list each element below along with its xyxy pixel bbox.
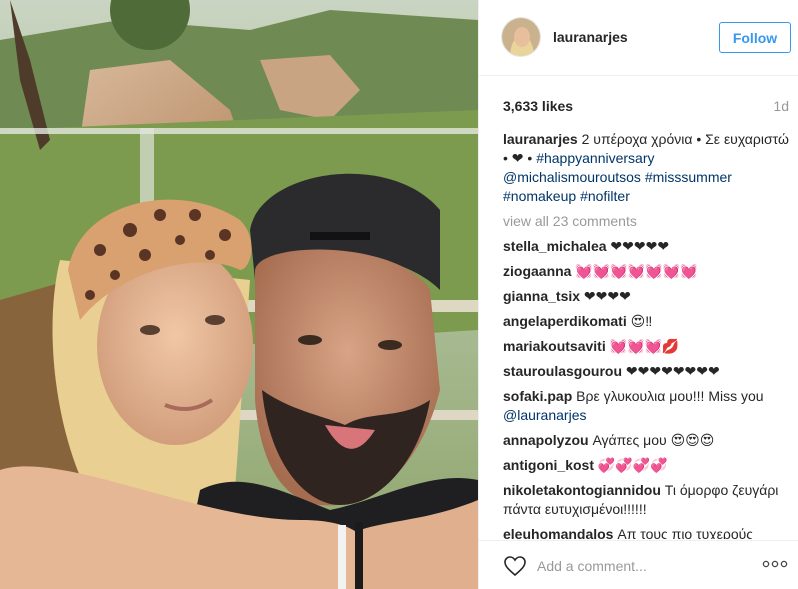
hashtag-link[interactable]: #nofilter <box>580 188 630 204</box>
avatar[interactable] <box>501 17 541 57</box>
comment-item: gianna_tsix ❤❤❤❤ <box>503 287 789 306</box>
comment-username[interactable]: antigoni_kost <box>503 457 594 473</box>
follow-button[interactable]: Follow <box>719 22 791 53</box>
comment-item: sofaki.pap Βρε γλυκουλια μου!!! Miss you… <box>503 387 789 425</box>
time-ago[interactable]: 1d <box>773 98 789 114</box>
likes-count[interactable]: 3,633 likes <box>503 98 573 114</box>
hashtag-link[interactable]: #nomakeup <box>503 188 576 204</box>
post-meta: 3,633 likes 1d <box>479 76 798 126</box>
comment-item: mariakoutsaviti 💓💓💓💋 <box>503 337 789 356</box>
comment-username[interactable]: eleuhomandalos <box>503 526 613 539</box>
caption: lauranarjes 2 υπέροχα χρόνια • Σε ευχαρι… <box>503 130 789 206</box>
hashtag-link[interactable]: #misssummer <box>645 169 732 185</box>
comment-item: stauroulasgourou ❤❤❤❤❤❤❤❤ <box>503 362 789 381</box>
mention-link[interactable]: @michalismouroutsos <box>503 169 641 185</box>
post-sidebar: lauranarjes Follow 3,633 likes 1d lauran… <box>478 0 798 589</box>
hashtag-link[interactable]: #happyanniversary <box>536 150 654 166</box>
comment-username[interactable]: gianna_tsix <box>503 288 580 304</box>
more-options-icon[interactable] <box>761 557 789 571</box>
comment-username[interactable]: angelaperdikomati <box>503 313 627 329</box>
comment-text: 😍‼ <box>630 313 653 329</box>
comment-username[interactable]: mariakoutsaviti <box>503 338 606 354</box>
post-photo[interactable] <box>0 0 478 589</box>
like-heart-icon[interactable] <box>503 555 527 577</box>
comment-item: eleuhomandalos Απ τους πιο τυχερούς <box>503 525 789 539</box>
comment-text: ❤❤❤❤❤ <box>610 238 670 254</box>
comment-item: antigoni_kost 💞💞💞💞 <box>503 456 789 475</box>
comment-text: Απ τους πιο τυχερούς <box>617 526 754 539</box>
comment-text: 💞💞💞💞 <box>597 457 668 473</box>
view-all-comments-link[interactable]: view all 23 comments <box>503 212 789 231</box>
comment-username[interactable]: stella_michalea <box>503 238 607 254</box>
mention-link[interactable]: @lauranarjes <box>503 407 586 423</box>
avatar-image <box>502 18 540 56</box>
comment-username[interactable]: nikoletakontogiannidou <box>503 482 661 498</box>
comment-username[interactable]: stauroulasgourou <box>503 363 622 379</box>
username-link[interactable]: lauranarjes <box>553 29 628 45</box>
comment-item: stella_michalea ❤❤❤❤❤ <box>503 237 789 256</box>
comments-list: lauranarjes 2 υπέροχα χρόνια • Σε ευχαρι… <box>503 130 789 539</box>
comment-item: angelaperdikomati 😍‼ <box>503 312 789 331</box>
comment-text: 💓💓💓💋 <box>609 338 680 354</box>
post-header: lauranarjes Follow <box>479 0 798 76</box>
comment-username[interactable]: annapolyzou <box>503 432 589 448</box>
comment-item: nikoletakontogiannidou Τι όμορφο ζευγάρι… <box>503 481 789 519</box>
comment-text: ❤❤❤❤ <box>583 288 631 304</box>
photo-image <box>0 0 478 589</box>
comment-text: 💓💓💓💓💓💓💓 <box>575 263 698 279</box>
comment-item: annapolyzou Αγάπες μου 😍😍😍 <box>503 431 789 450</box>
comment-item: ziogaanna 💓💓💓💓💓💓💓 <box>503 262 789 281</box>
comment-bar: Add a comment... <box>479 540 798 589</box>
caption-username[interactable]: lauranarjes <box>503 131 578 147</box>
add-comment-input[interactable]: Add a comment... <box>537 558 647 574</box>
comment-username[interactable]: ziogaanna <box>503 263 571 279</box>
comment-text: Βρε γλυκουλια μου!!! Miss you <box>576 388 764 404</box>
comment-text: ❤❤❤❤❤❤❤❤ <box>625 363 720 379</box>
comment-text: Αγάπες μου 😍😍😍 <box>592 432 715 448</box>
comment-username[interactable]: sofaki.pap <box>503 388 572 404</box>
